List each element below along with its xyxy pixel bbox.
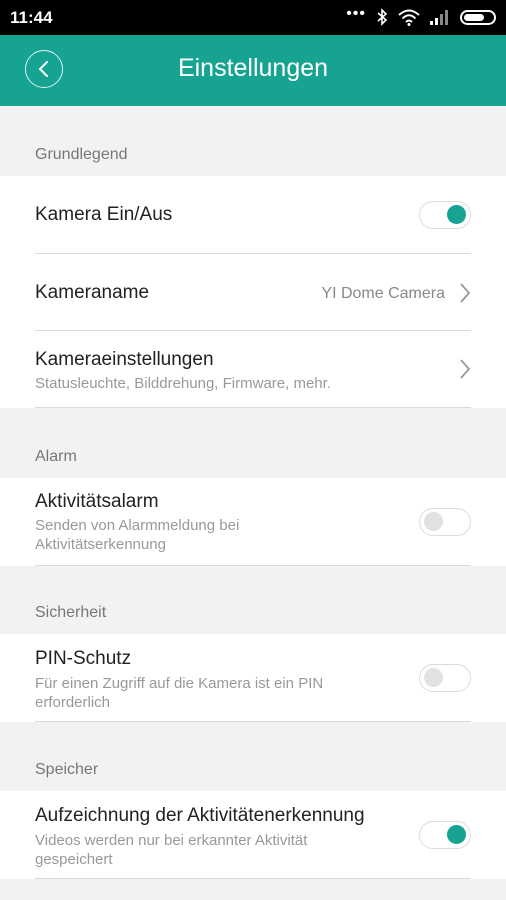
setting-title: Kameraname [35, 282, 150, 303]
status-bar: 11:44 ••• [0, 0, 506, 35]
camera-power-toggle[interactable] [419, 201, 471, 229]
setting-row-pin-protection[interactable]: PIN-Schutz Für einen Zugriff auf die Kam… [0, 634, 506, 722]
status-time: 11:44 [10, 8, 53, 27]
setting-row-activity-alarm[interactable]: Aktivitätsalarm Senden von Alarmmeldung … [0, 478, 506, 566]
activity-recording-toggle[interactable] [419, 821, 471, 849]
wifi-icon [398, 9, 420, 26]
setting-title: PIN-Schutz [35, 648, 132, 669]
setting-row-camera-power[interactable]: Kamera Ein/Aus [0, 176, 506, 254]
app-header: Einstellungen [0, 35, 506, 106]
section-label-sicherheit: Sicherheit [35, 604, 107, 621]
section-label-alarm: Alarm [35, 448, 77, 465]
chevron-right-icon [460, 283, 471, 303]
section-card-sicherheit: PIN-Schutz Für einen Zugriff auf die Kam… [0, 634, 506, 722]
page-title: Einstellungen [177, 54, 329, 82]
setting-row-camera-name[interactable]: Kameraname YI Dome Camera [0, 254, 506, 331]
setting-title: Kameraeinstellungen [35, 349, 214, 370]
signal-icon [430, 10, 448, 25]
pin-protection-toggle[interactable] [419, 664, 471, 692]
camera-name-value: YI Dome Camera [321, 285, 445, 302]
more-dots-icon: ••• [346, 5, 366, 22]
setting-subtitle: Senden von Alarmmeldung bei Aktivitätser… [35, 517, 240, 553]
setting-title: Aufzeichnung der Aktivitätenerkennung [35, 805, 365, 826]
setting-subtitle: Videos werden nur bei erkannter Aktivitä… [35, 832, 308, 868]
setting-row-activity-recording[interactable]: Aufzeichnung der Aktivitätenerkennung Vi… [0, 791, 506, 879]
chevron-right-icon [460, 359, 471, 379]
setting-title: Aktivitätsalarm [35, 491, 159, 512]
setting-row-camera-settings[interactable]: Kameraeinstellungen Statusleuchte, Bildd… [0, 331, 506, 408]
section-card-alarm: Aktivitätsalarm Senden von Alarmmeldung … [0, 478, 506, 566]
battery-icon [460, 9, 496, 25]
section-label-grundlegend: Grundlegend [35, 146, 128, 163]
section-card-speicher: Aufzeichnung der Aktivitätenerkennung Vi… [0, 791, 506, 879]
status-icons: ••• [346, 5, 496, 27]
section-label-speicher: Speicher [35, 761, 99, 778]
bluetooth-icon [377, 8, 388, 26]
activity-alarm-toggle[interactable] [419, 508, 471, 536]
setting-title: Kamera Ein/Aus [35, 204, 173, 225]
section-card-grundlegend: Kamera Ein/Aus Kameraname YI Dome Camera… [0, 176, 506, 408]
setting-subtitle: Für einen Zugriff auf die Kamera ist ein… [35, 675, 324, 711]
setting-subtitle: Statusleuchte, Bilddrehung, Firmware, me… [35, 375, 331, 392]
